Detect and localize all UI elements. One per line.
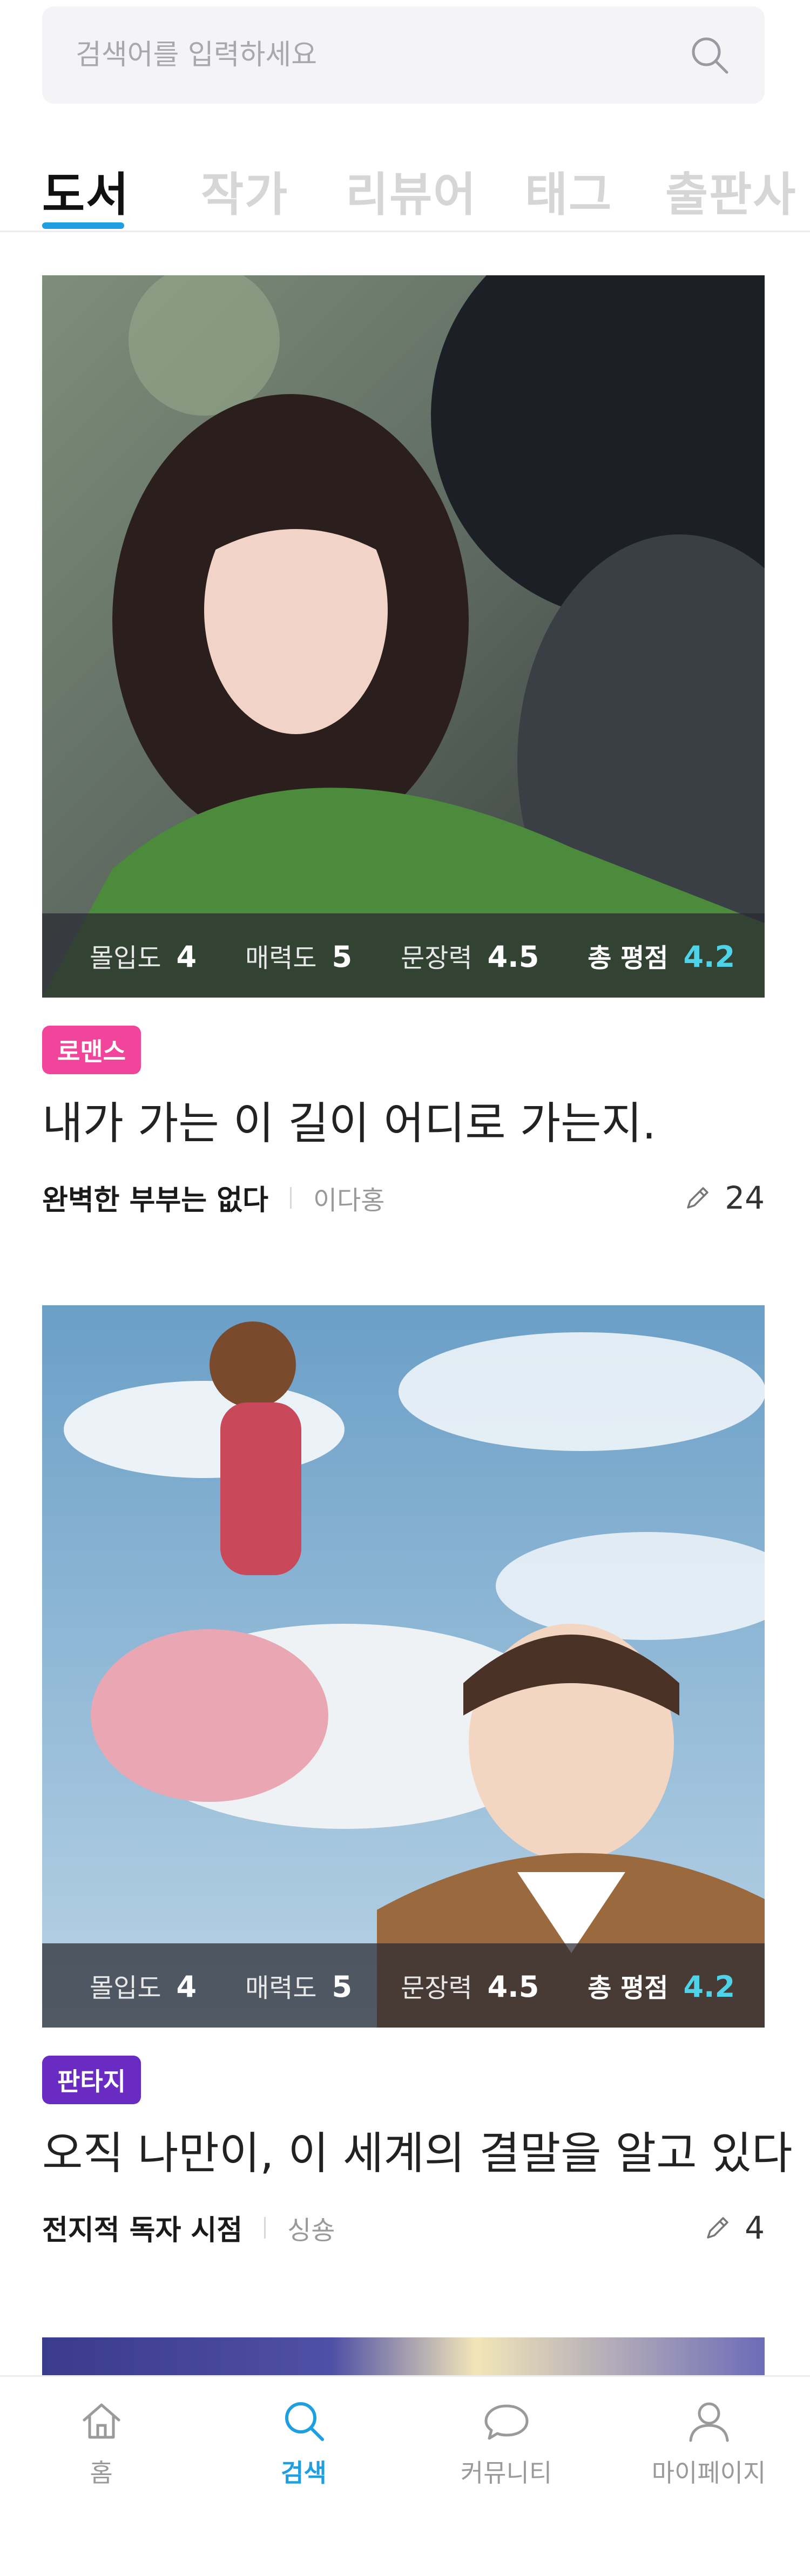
- nav-community[interactable]: 커뮤니티: [405, 2377, 608, 2576]
- rating-label: 총 평점: [588, 943, 669, 973]
- rating-value: 4: [176, 1970, 197, 2004]
- pencil-icon: [707, 2216, 728, 2239]
- rating-immersion: 몰입도 4: [90, 937, 197, 974]
- book-title[interactable]: 내가 가는 이 길이 어디로 가는지.: [42, 1087, 765, 1151]
- rating-writing: 문장력 4.5: [401, 1967, 539, 2004]
- tab-reviewers[interactable]: 리뷰어: [346, 157, 477, 224]
- nav-label: 검색: [281, 2458, 327, 2487]
- tab-tags[interactable]: 태그: [525, 157, 612, 224]
- rating-label: 문장력: [401, 1973, 473, 2003]
- nav-label: 커뮤니티: [460, 2458, 552, 2487]
- rating-total: 총 평점 4.2: [588, 937, 735, 974]
- bottom-nav: 홈 검색 커뮤니티 마이페이지: [0, 2375, 810, 2576]
- nav-mypage[interactable]: 마이페이지: [608, 2377, 810, 2576]
- rating-label: 총 평점: [588, 1973, 669, 2003]
- search-input[interactable]: [75, 38, 687, 72]
- rating-bar: 몰입도 4 매력도 5 문장력 4.5 총 평점 4.2: [42, 913, 765, 998]
- cover-illustration-romance: [42, 275, 765, 998]
- book-card[interactable]: 몰입도 4 매력도 5 문장력 4.5 총 평점 4.2 로맨스 내가 가는 이 길이 …: [42, 275, 765, 1218]
- chat-bubble-icon: [484, 2404, 528, 2440]
- active-tab-indicator: [42, 222, 124, 229]
- rating-value: 5: [332, 1970, 353, 2004]
- author-name[interactable]: 이다홍: [313, 1179, 384, 1217]
- search-bar[interactable]: [42, 6, 765, 104]
- rating-bar: 몰입도 4 매력도 5 문장력 4.5 총 평점 4.2: [42, 1943, 765, 2028]
- rating-value: 4: [176, 940, 197, 974]
- search-icon: [285, 2402, 324, 2441]
- rating-value: 4.2: [683, 1970, 735, 2004]
- review-count-value: 4: [745, 2209, 765, 2246]
- book-title[interactable]: 오직 나만이, 이 세계의 결말을 알고 있다: [42, 2117, 793, 2181]
- rating-value: 4.5: [487, 940, 539, 974]
- rating-label: 몰입도: [90, 943, 161, 973]
- home-icon: [83, 2403, 120, 2439]
- rating-charm: 매력도 5: [245, 937, 352, 974]
- genre-badge[interactable]: 로맨스: [42, 1026, 141, 1074]
- nav-label: 마이페이지: [651, 2458, 766, 2487]
- user-icon: [689, 2402, 728, 2442]
- nav-search[interactable]: 검색: [202, 2377, 405, 2576]
- rating-immersion: 몰입도 4: [90, 1967, 197, 2004]
- rating-charm: 매력도 5: [245, 1967, 352, 2004]
- rating-total: 총 평점 4.2: [588, 1967, 735, 2004]
- rating-value: 4.5: [487, 1970, 539, 2004]
- book-meta: 전지적 독자 시점 싱숑 4: [42, 2207, 765, 2248]
- nav-home[interactable]: 홈: [0, 2377, 202, 2576]
- cover-illustration-fantasy: [42, 1305, 765, 2028]
- tab-books[interactable]: 도서: [42, 157, 130, 224]
- work-title[interactable]: 전지적 독자 시점: [42, 2207, 242, 2248]
- book-card[interactable]: 몰입도 4 매력도 5 문장력 4.5 총 평점 4.2 판타지 오직 나만이, 이 세…: [42, 1305, 793, 2248]
- book-cover[interactable]: 몰입도 4 매력도 5 문장력 4.5 총 평점 4.2: [42, 275, 765, 998]
- tab-authors[interactable]: 작가: [201, 157, 288, 224]
- genre-badge[interactable]: 판타지: [42, 2056, 141, 2104]
- rating-label: 몰입도: [90, 1973, 161, 2003]
- author-name[interactable]: 싱숑: [287, 2209, 335, 2247]
- rating-label: 매력도: [245, 943, 317, 973]
- rating-value: 5: [332, 940, 353, 974]
- review-count: 24: [683, 1179, 765, 1216]
- tab-publishers[interactable]: 출판사: [665, 157, 796, 224]
- book-cover[interactable]: 몰입도 4 매력도 5 문장력 4.5 총 평점 4.2: [42, 1305, 765, 2028]
- search-icon[interactable]: [687, 32, 732, 78]
- pencil-icon: [687, 1187, 708, 1209]
- book-meta: 완벽한 부부는 없다 이다홍 24: [42, 1177, 765, 1218]
- rating-label: 매력도: [245, 1973, 317, 2003]
- divider: [289, 1187, 292, 1209]
- category-tabs: 도서 작가 리뷰어 태그 출판사: [0, 130, 810, 232]
- review-count: 4: [703, 2209, 765, 2246]
- work-title[interactable]: 완벽한 부부는 없다: [42, 1177, 268, 1218]
- review-count-value: 24: [725, 1179, 765, 1216]
- divider: [264, 2216, 266, 2239]
- rating-label: 문장력: [401, 943, 473, 973]
- nav-label: 홈: [90, 2458, 113, 2487]
- rating-value: 4.2: [683, 940, 735, 974]
- rating-writing: 문장력 4.5: [401, 937, 539, 974]
